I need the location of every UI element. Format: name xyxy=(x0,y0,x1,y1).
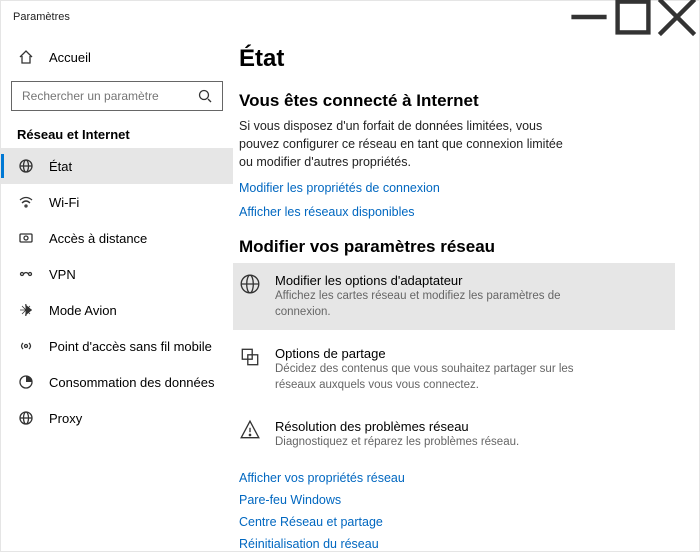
option-desc: Diagnostiquez et réparez les problèmes r… xyxy=(275,435,519,451)
link-network-properties[interactable]: Afficher vos propriétés réseau xyxy=(239,471,671,485)
sidebar-item-label: Consommation des données xyxy=(49,375,215,390)
hotspot-icon xyxy=(17,338,35,354)
sidebar-item-label: Point d'accès sans fil mobile xyxy=(49,339,212,354)
modify-section-title: Modifier vos paramètres réseau xyxy=(239,237,671,257)
sidebar-item-airplane[interactable]: Mode Avion xyxy=(1,292,233,328)
sidebar-item-label: Wi-Fi xyxy=(49,195,79,210)
option-sharing[interactable]: Options de partage Décidez des contenus … xyxy=(233,336,675,403)
page-title: État xyxy=(239,45,671,73)
link-network-reset[interactable]: Réinitialisation du réseau xyxy=(239,537,671,551)
option-desc: Décidez des contenus que vous souhaitez … xyxy=(275,362,585,393)
status-title: Vous êtes connecté à Internet xyxy=(239,91,671,111)
sidebar-item-hotspot[interactable]: Point d'accès sans fil mobile xyxy=(1,328,233,364)
minimize-button[interactable] xyxy=(567,1,611,33)
sidebar: Accueil Réseau et Internet État Wi-Fi xyxy=(1,33,233,553)
sidebar-item-proxy[interactable]: Proxy xyxy=(1,400,233,436)
option-title: Résolution des problèmes réseau xyxy=(275,419,519,434)
sidebar-item-label: État xyxy=(49,159,72,174)
option-title: Modifier les options d'adaptateur xyxy=(275,273,585,288)
close-button[interactable] xyxy=(655,1,699,33)
maximize-button[interactable] xyxy=(611,1,655,33)
sidebar-item-label: Mode Avion xyxy=(49,303,117,318)
sidebar-item-label: VPN xyxy=(49,267,76,282)
home-nav[interactable]: Accueil xyxy=(1,39,233,75)
search-icon xyxy=(196,88,214,104)
dialup-icon xyxy=(17,230,35,246)
status-body: Si vous disposez d'un forfait de données… xyxy=(239,117,569,171)
option-adapter[interactable]: Modifier les options d'adaptateur Affich… xyxy=(233,263,675,330)
wifi-icon xyxy=(17,194,35,210)
vpn-icon xyxy=(17,266,35,282)
option-title: Options de partage xyxy=(275,346,585,361)
datausage-icon xyxy=(17,374,35,390)
sidebar-item-vpn[interactable]: VPN xyxy=(1,256,233,292)
link-windows-firewall[interactable]: Pare-feu Windows xyxy=(239,493,671,507)
link-available-networks[interactable]: Afficher les réseaux disponibles xyxy=(239,205,671,219)
option-desc: Affichez les cartes réseau et modifiez l… xyxy=(275,289,585,320)
search-input[interactable] xyxy=(11,81,223,111)
sidebar-item-etat[interactable]: État xyxy=(1,148,233,184)
sidebar-item-wifi[interactable]: Wi-Fi xyxy=(1,184,233,220)
option-troubleshoot[interactable]: Résolution des problèmes réseau Diagnost… xyxy=(233,409,675,461)
link-connection-props[interactable]: Modifier les propriétés de connexion xyxy=(239,181,671,195)
sharing-icon xyxy=(239,346,261,371)
home-label: Accueil xyxy=(49,50,91,65)
sidebar-item-label: Accès à distance xyxy=(49,231,147,246)
warning-icon xyxy=(239,419,261,444)
link-network-center[interactable]: Centre Réseau et partage xyxy=(239,515,671,529)
globe-icon xyxy=(239,273,261,298)
search-input-field[interactable] xyxy=(20,88,190,104)
airplane-icon xyxy=(17,302,35,318)
sidebar-item-label: Proxy xyxy=(49,411,82,426)
titlebar: Paramètres xyxy=(1,1,699,33)
content-area: État Vous êtes connecté à Internet Si vo… xyxy=(233,33,699,553)
home-icon xyxy=(17,49,35,65)
sidebar-item-dialup[interactable]: Accès à distance xyxy=(1,220,233,256)
globe-icon xyxy=(17,158,35,174)
category-title: Réseau et Internet xyxy=(1,119,233,148)
window-title: Paramètres xyxy=(13,11,70,23)
sidebar-item-datausage[interactable]: Consommation des données xyxy=(1,364,233,400)
proxy-icon xyxy=(17,410,35,426)
window-controls xyxy=(567,1,699,33)
